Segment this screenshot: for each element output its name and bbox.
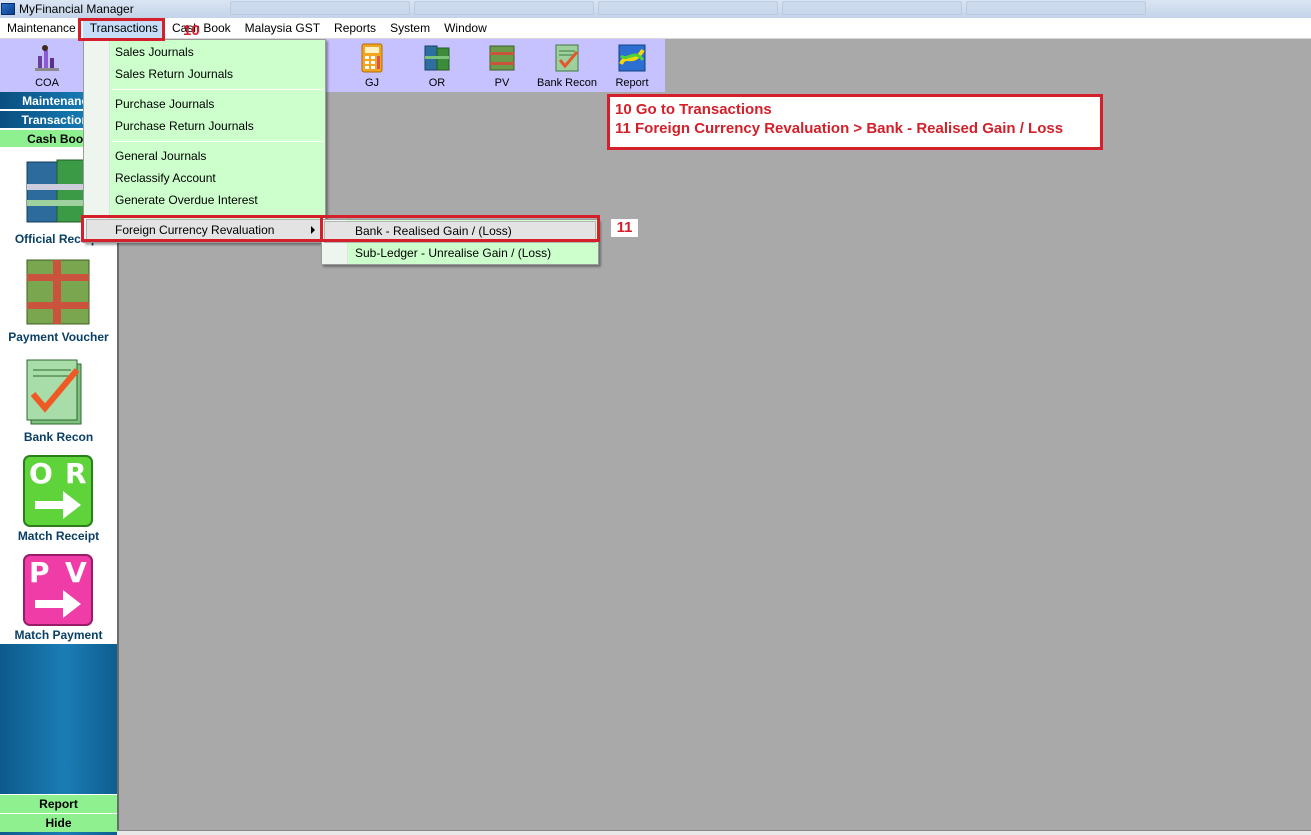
menu-separator [112,89,323,90]
sidebar-report-button[interactable]: Report [0,794,117,813]
svg-text:O: O [29,457,53,490]
sidebar-item-payment-voucher[interactable]: Payment Voucher [0,254,117,350]
sidebar-item-match-payment[interactable]: P V Match Payment [0,552,117,648]
menu-item-reclassify-account[interactable]: Reclassify Account [115,168,216,188]
menu-cash-book[interactable]: Cash Book [165,18,238,39]
menu-malaysia-gst[interactable]: Malaysia GST [238,18,327,39]
menu-item-general-journals[interactable]: General Journals [115,146,206,166]
annotation-step-11: 11 [611,219,638,237]
pv-arrow-icon: P V [23,554,93,626]
menu-item-purchase-journals[interactable]: Purchase Journals [115,94,214,114]
money-stack-icon [424,45,450,71]
menu-gutter [84,40,110,242]
annotation-note-line-2: 11 Foreign Currency Revaluation > Bank -… [615,120,1064,137]
background-window-tab [414,1,594,15]
menu-separator [112,141,323,142]
background-window-tab [782,1,962,15]
menu-item-sales-journals[interactable]: Sales Journals [115,42,194,62]
bank-recon-label: Bank Recon [537,77,597,89]
sidebar-hide-button[interactable]: Hide [0,813,117,832]
menu-item-sub-ledger-unrealise-gain-loss[interactable]: Sub-Ledger - Unrealise Gain / (Loss) [355,243,551,263]
menu-system[interactable]: System [383,18,437,39]
svg-text:P: P [29,556,50,589]
report-button[interactable]: Report [600,39,664,92]
annotation-step-10: 10 [183,22,200,39]
menu-maintenance[interactable]: Maintenance [0,18,83,39]
menu-window[interactable]: Window [437,18,494,39]
menu-item-purchase-return-journals[interactable]: Purchase Return Journals [115,116,254,136]
menu-item-sales-return-journals[interactable]: Sales Return Journals [115,64,233,84]
menu-reports[interactable]: Reports [327,18,383,39]
or-arrow-icon: O R [23,455,93,527]
app-icon [1,3,15,15]
title-bar: MyFinancial Manager [0,0,1311,18]
sidebar-item-label: Payment Voucher [8,330,109,344]
sidebar-item-label: Bank Recon [23,430,94,444]
sidebar-item-label: Match Payment [14,628,103,642]
svg-text:R: R [65,457,87,490]
background-windows [230,1,1146,17]
pv-button[interactable]: PV [470,39,534,92]
money-bundle-icon [26,259,90,325]
coa-label: COA [35,77,59,89]
pv-label: PV [494,77,510,89]
annotation-note-line-1: 10 Go to Transactions [615,101,772,118]
calculator-icon [361,43,383,73]
annotation-note: 10 Go to Transactions 11 Foreign Currenc… [607,94,1103,150]
svg-text:V: V [65,556,87,589]
report-chart-icon [618,44,646,72]
or-button[interactable]: OR [405,39,469,92]
menu-item-generate-overdue-interest[interactable]: Generate Overdue Interest [115,190,258,210]
background-window-tab [230,1,410,15]
gj-button[interactable]: GJ [340,39,404,92]
checkmark-document-icon [555,44,579,72]
transactions-menu: Sales Journals Sales Return Journals Pur… [83,39,326,243]
payment-voucher-icon [489,45,515,71]
or-label: OR [428,77,446,89]
status-bar [117,830,1311,835]
checkmark-document-icon [26,359,82,425]
annotation-highlight-bank-realised [320,215,600,242]
sidebar-item-match-receipt[interactable]: O R Match Receipt [0,453,117,549]
window-title: MyFinancial Manager [19,2,134,16]
sidebar-item-label: Match Receipt [17,529,100,543]
sidebar-item-bank-recon[interactable]: Bank Recon [0,354,117,450]
background-window-tab [966,1,1146,15]
toolbar-empty-area [665,39,1311,92]
report-label: Report [615,77,649,89]
coa-button[interactable]: COA [15,39,79,92]
annotation-highlight-transactions [78,18,165,41]
bank-recon-button[interactable]: Bank Recon [535,39,599,92]
gj-label: GJ [364,77,380,89]
background-window-tab [598,1,778,15]
chart-of-accounts-icon [35,45,59,71]
